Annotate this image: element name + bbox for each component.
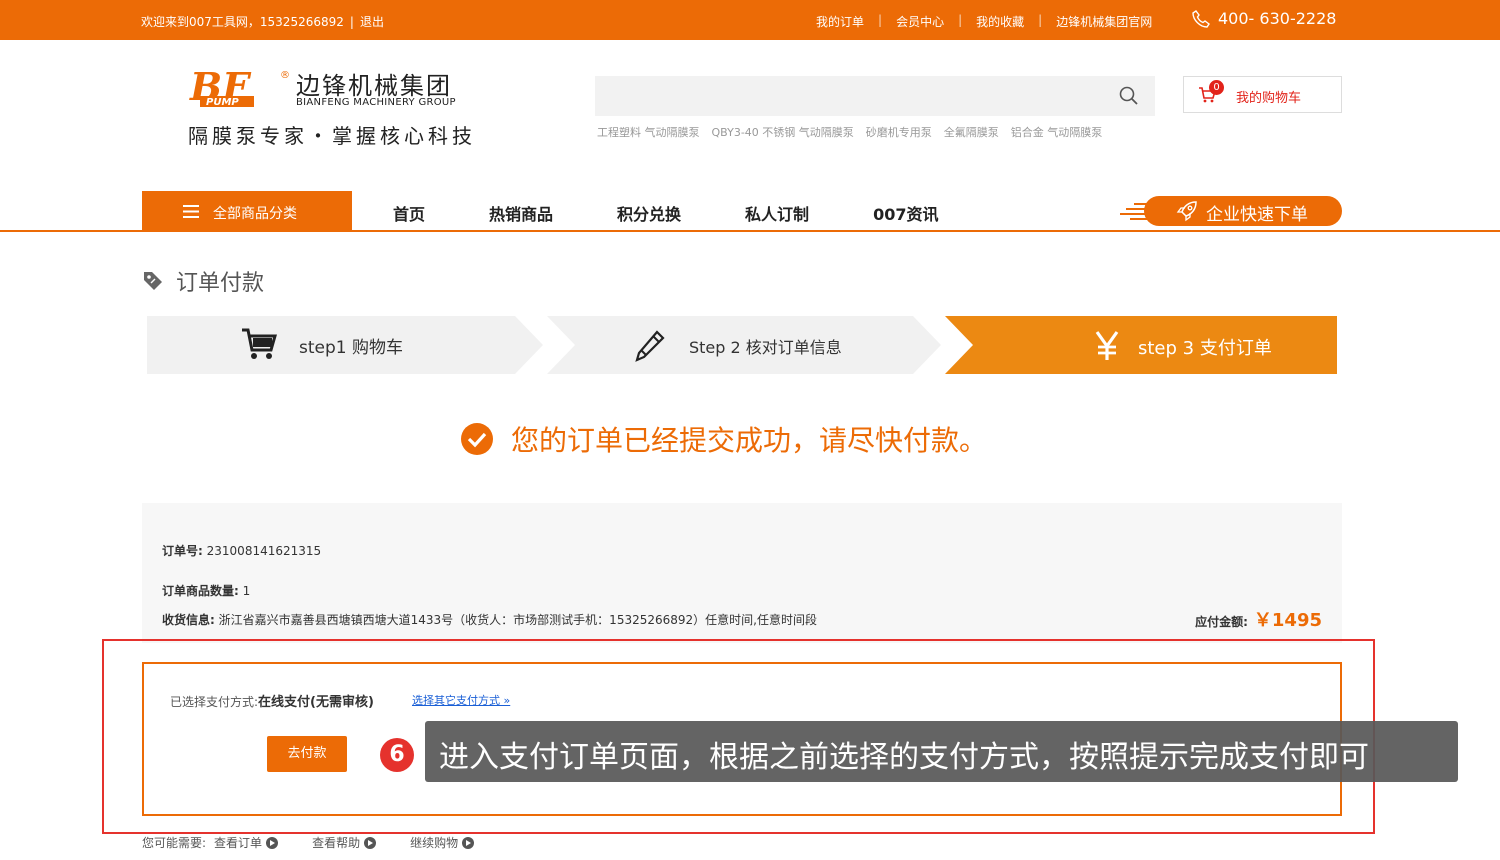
site-logo[interactable]: BF PUMP ® 边锋机械集团 BIANFENG MACHINERY GROU…	[186, 66, 476, 148]
menu-icon	[183, 205, 199, 218]
logout-link[interactable]: 退出	[360, 15, 384, 29]
step-3-label: step 3 支付订单	[1138, 338, 1272, 359]
category-label: 全部商品分类	[213, 206, 297, 222]
divider: |	[958, 13, 963, 27]
suggested-prefix: 您可能需要:	[142, 836, 207, 850]
rocket-icon	[1176, 201, 1197, 222]
hotword-link[interactable]: 砂磨机专用泵	[866, 124, 932, 140]
cart-count-badge: 0	[1209, 80, 1224, 95]
hotword-link[interactable]: QBY3-40 不锈钢 气动隔膜泵	[712, 124, 854, 140]
view-help-link[interactable]: 查看帮助	[312, 834, 377, 851]
success-banner: 您的订单已经提交成功，请尽快付款。	[461, 419, 987, 459]
welcome-text: 欢迎来到007工具网，15325266892 | 退出	[141, 13, 384, 30]
divider: |	[1038, 13, 1043, 27]
continue-shopping-link[interactable]: 继续购物	[410, 834, 475, 851]
all-categories-button[interactable]: 全部商品分类	[142, 191, 352, 231]
search-icon[interactable]	[1119, 86, 1139, 106]
annotation-tooltip: 进入支付订单页面，根据之前选择的支付方式，按照提示完成支付即可	[425, 721, 1458, 782]
amount-label: 应付金额:	[1195, 615, 1248, 629]
favorites-link[interactable]: 我的收藏	[976, 13, 1024, 30]
order-amount: 应付金额: ￥1495	[1195, 606, 1322, 632]
amount-value: ￥1495	[1253, 610, 1322, 631]
hotword-link[interactable]: 工程塑料 气动隔膜泵	[597, 124, 700, 140]
welcome-message: 欢迎来到007工具网，15325266892	[141, 15, 344, 29]
divider: |	[349, 15, 354, 29]
view-order-label: 查看订单	[214, 836, 263, 850]
play-icon	[364, 836, 377, 849]
search-input[interactable]	[595, 76, 1155, 116]
hotword-link[interactable]: 铝合金 气动隔膜泵	[1011, 124, 1103, 140]
member-center-link[interactable]: 会员中心	[896, 13, 944, 30]
success-message: 您的订单已经提交成功，请尽快付款。	[511, 424, 988, 457]
nav-item-custom[interactable]: 私人订制	[745, 201, 809, 225]
brand-slogan: 隔膜泵专家・掌握核心科技	[188, 124, 476, 148]
svg-text:®: ®	[280, 70, 290, 81]
play-icon	[266, 836, 279, 849]
quick-order-label: 企业快速下单	[1206, 205, 1308, 225]
top-links: 我的订单 | 会员中心 | 我的收藏 | 边锋机械集团官网	[816, 13, 1152, 30]
order-number: 231008141621315	[206, 544, 322, 558]
page-title-text: 订单付款	[176, 271, 265, 296]
play-icon	[462, 836, 475, 849]
cart-label: 我的购物车	[1236, 91, 1302, 106]
nav-item-news[interactable]: 007资讯	[873, 201, 938, 225]
order-address-row: 收货信息: 浙江省嘉兴市嘉善县西塘镇西塘大道1433号（收货人：市场部测试手机：…	[162, 611, 817, 628]
main-nav: 首页 热销商品 积分兑换 私人订制 007资讯	[393, 201, 1002, 225]
svg-text:PUMP: PUMP	[206, 97, 239, 108]
view-help-label: 查看帮助	[312, 836, 361, 850]
order-qty: 1	[242, 584, 251, 598]
order-qty-row: 订单商品数量: 1	[162, 582, 250, 599]
tag-icon	[144, 272, 162, 290]
order-address-label: 收货信息:	[162, 613, 215, 627]
hotline: 400- 630-2228	[1192, 9, 1336, 28]
nav-item-hot[interactable]: 热销商品	[489, 201, 553, 225]
brand-name-en: BIANFENG MACHINERY GROUP	[296, 97, 456, 108]
quick-order-button[interactable]: 企业快速下单	[1120, 196, 1342, 226]
nav-divider	[0, 230, 1500, 232]
hot-keywords: 工程塑料 气动隔膜泵 QBY3-40 不锈钢 气动隔膜泵 砂磨机专用泵 全氟隔膜…	[597, 124, 1102, 140]
annotation-text: 进入支付订单页面，根据之前选择的支付方式，按照提示完成支付即可	[439, 740, 1369, 775]
order-address: 浙江省嘉兴市嘉善县西塘镇西塘大道1433号（收货人：市场部测试手机：153252…	[218, 613, 817, 627]
cart-icon	[242, 328, 277, 359]
brand-name: 边锋机械集团	[296, 72, 452, 100]
cart-button[interactable]: 0 我的购物车	[1183, 76, 1342, 113]
my-orders-link[interactable]: 我的订单	[816, 13, 864, 30]
order-number-row: 订单号: 231008141621315	[162, 542, 321, 559]
order-info: 订单号: 231008141621315 订单商品数量: 1 收货信息: 浙江省…	[142, 503, 1342, 643]
order-number-label: 订单号:	[162, 544, 203, 558]
view-order-link[interactable]: 查看订单	[214, 834, 279, 851]
nav-item-points[interactable]: 积分兑换	[617, 201, 681, 225]
quick-order-pill: 企业快速下单	[1144, 196, 1342, 226]
step-2-label: Step 2 核对订单信息	[689, 338, 842, 357]
page-title: 订单付款	[142, 265, 264, 297]
step-1-label: step1 购物车	[299, 338, 403, 358]
checkout-steps: step1 购物车 Step 2 核对订单信息 step 3 支付订单	[147, 316, 1337, 374]
hotword-link[interactable]: 全氟隔膜泵	[944, 124, 999, 140]
continue-shopping-label: 继续购物	[410, 836, 459, 850]
check-circle-icon	[461, 423, 493, 455]
phone-icon	[1192, 9, 1210, 28]
top-bar: 欢迎来到007工具网，15325266892 | 退出 我的订单 | 会员中心 | 我的…	[0, 0, 1500, 40]
nav-item-home[interactable]: 首页	[393, 201, 425, 225]
yen-icon	[1095, 331, 1119, 360]
official-site-link[interactable]: 边锋机械集团官网	[1056, 13, 1152, 30]
phone-number: 400- 630-2228	[1218, 9, 1337, 28]
divider: |	[878, 13, 883, 27]
step-number-badge: 6	[380, 738, 414, 772]
order-qty-label: 订单商品数量:	[162, 584, 239, 598]
bf-pump-logo: BF PUMP ®	[189, 66, 290, 109]
suggested-links: 您可能需要: 查看订单 查看帮助 继续购物	[142, 834, 508, 851]
pencil-icon	[635, 330, 665, 362]
